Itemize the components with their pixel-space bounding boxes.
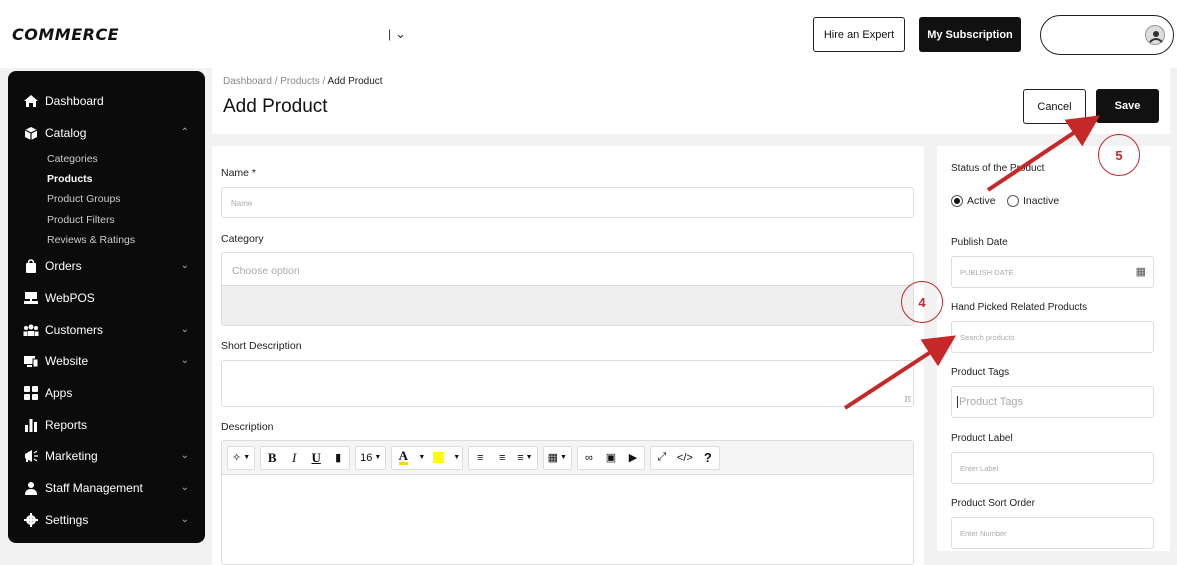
- arrow-to-related-products: [843, 335, 957, 410]
- step-badge-5: 5: [1098, 134, 1140, 176]
- arrow-to-save: [986, 115, 1100, 192]
- annotation-arrows: [843, 115, 1100, 410]
- step-badge-4: 4: [901, 281, 943, 323]
